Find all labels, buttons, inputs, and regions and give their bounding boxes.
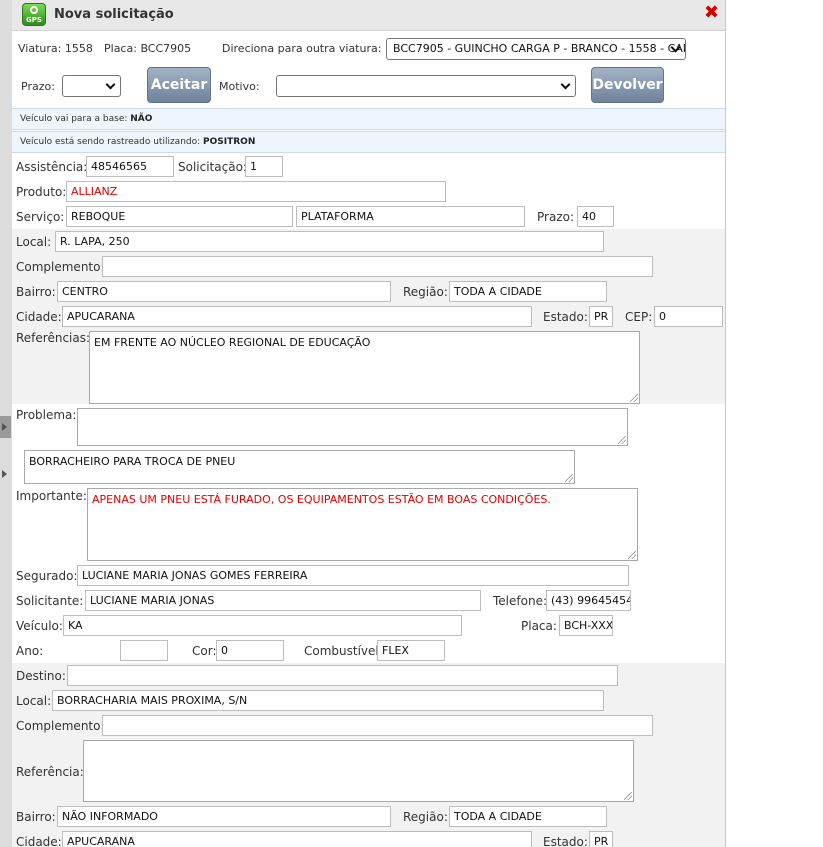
cep-field[interactable]: 0 — [654, 306, 723, 327]
solicitacao-label: Solicitação: — [178, 160, 247, 174]
chevron-down-icon — [560, 79, 571, 90]
resize-grip-icon[interactable] — [630, 394, 638, 402]
segurado-label: Segurado: — [16, 569, 78, 583]
prazo-field[interactable]: 40 — [577, 206, 614, 227]
destino-complemento-field[interactable] — [102, 715, 653, 736]
referencias-textarea[interactable]: EM FRENTE AO NÚCLEO REGIONAL DE EDUCAÇÃO — [89, 331, 640, 404]
resize-grip-icon[interactable] — [624, 792, 632, 800]
destino-regiao-label: Região: — [403, 810, 448, 824]
assistencia-label: Assistência: — [16, 160, 88, 174]
destino-label: Destino: — [16, 669, 66, 683]
placa-veiculo-field[interactable]: BCH-XXXX — [559, 615, 613, 636]
combustivel-field[interactable]: FLEX — [377, 640, 445, 661]
gps-app-icon: GPS — [22, 3, 46, 26]
problema-label: Problema: — [16, 408, 77, 422]
expand-arrow-icon — [2, 423, 7, 431]
veiculo-field[interactable]: KA — [63, 615, 462, 636]
solicitante-label: Solicitante: — [16, 594, 84, 608]
destino-local-label: Local: — [16, 694, 52, 708]
tracking-info-bar: Veículo está sendo rastreado utilizando:… — [12, 131, 725, 153]
placa-value: BCC7905 — [140, 42, 192, 55]
placa-label: Placa: BCC7905 — [104, 42, 192, 55]
veiculo-label: Veículo: — [16, 619, 63, 633]
chevron-down-icon — [105, 79, 116, 90]
tracking-info-value: POSITRON — [203, 137, 256, 147]
destino-local-field[interactable]: BORRACHARIA MAIS PROXIMA, S/N — [52, 690, 604, 711]
local-label: Local: — [16, 235, 52, 249]
prazo-label: Prazo: — [537, 210, 574, 224]
destino-bairro-label: Bairro: — [16, 810, 56, 824]
resize-grip-icon[interactable] — [628, 551, 636, 559]
resize-grip-icon[interactable] — [618, 436, 626, 444]
placa-veiculo-label: Placa: — [521, 619, 557, 633]
importante-textarea[interactable]: APENAS UM PNEU ESTÁ FURADO, OS EQUIPAMEN… — [87, 488, 638, 561]
bairro-label: Bairro: — [16, 285, 56, 299]
servico-label: Serviço: — [16, 210, 65, 224]
regiao-label: Região: — [403, 285, 448, 299]
panel-toggle-tab[interactable] — [0, 416, 11, 438]
solicitante-field[interactable]: LUCIANE MARIA JONAS — [85, 590, 481, 611]
produto-field[interactable]: ALLIANZ — [66, 181, 446, 202]
complemento-label: Complemento: — [16, 260, 105, 274]
expand-arrow-icon[interactable] — [2, 470, 7, 478]
close-icon[interactable]: ✖ — [704, 3, 719, 23]
produto-label: Produto: — [16, 185, 67, 199]
ano-label: Ano: — [16, 644, 44, 658]
cidade-label: Cidade: — [16, 310, 62, 324]
devolver-button[interactable]: Devolver — [591, 67, 664, 103]
destino-referencia-textarea[interactable] — [83, 740, 634, 802]
aceitar-button[interactable]: Aceitar — [147, 67, 211, 103]
base-info-bar: Veículo vai para a base: NÃO — [12, 108, 725, 130]
complemento-field[interactable] — [102, 256, 653, 277]
combustivel-label: Combustível: — [304, 644, 383, 658]
direciona-label: Direciona para outra viatura: — [222, 42, 382, 55]
cor-field[interactable]: 0 — [216, 640, 284, 661]
base-info-value: NÃO — [130, 114, 153, 124]
destino-cidade-label: Cidade: — [16, 835, 62, 847]
destino-complemento-label: Complemento: — [16, 719, 105, 733]
destino-referencia-label: Referência: — [16, 765, 84, 779]
dialog-titlebar: GPS Nova solicitação ✖ — [12, 0, 725, 31]
motivo-label: Motivo: — [219, 80, 260, 93]
destino-bairro-field[interactable]: NÃO INFORMADO — [57, 806, 391, 827]
estado-label: Estado: — [543, 310, 588, 324]
destino-regiao-field[interactable]: TODA A CIDADE — [449, 806, 607, 827]
viatura-value: 1558 — [64, 42, 93, 55]
ano-field[interactable] — [120, 640, 168, 661]
observacao-textarea[interactable]: BORRACHEIRO PARA TROCA DE PNEU — [24, 450, 575, 484]
problema-textarea[interactable] — [77, 408, 628, 446]
destino-field[interactable] — [67, 665, 618, 686]
telefone-field[interactable]: (43) 99645454 — [546, 590, 631, 611]
destino-estado-field[interactable]: PR — [589, 831, 613, 847]
bairro-field[interactable]: CENTRO — [57, 281, 391, 302]
destino-cidade-field[interactable]: APUCARANA — [62, 831, 532, 847]
regiao-field[interactable]: TODA A CIDADE — [449, 281, 607, 302]
telefone-label: Telefone: — [493, 594, 547, 608]
importante-label: Importante: — [16, 489, 87, 503]
estado-field[interactable]: PR — [589, 306, 613, 327]
cep-label: CEP: — [625, 310, 653, 324]
servico-field[interactable]: REBOQUE — [66, 206, 293, 227]
segurado-field[interactable]: LUCIANE MARIA JONAS GOMES FERREIRA — [77, 565, 629, 586]
local-field[interactable]: R. LAPA, 250 — [55, 231, 604, 252]
direciona-select[interactable]: BCC7905 - GUINCHO CARGA P - BRANCO - 155… — [386, 38, 686, 60]
prazo-select[interactable] — [62, 75, 121, 97]
referencias-label: Referências: — [16, 331, 91, 345]
resize-grip-icon[interactable] — [565, 474, 573, 482]
assistencia-field[interactable]: 48546565 — [86, 156, 174, 177]
nova-solicitacao-dialog: GPS Nova solicitação ✖ Viatura: 1558 Pla… — [12, 0, 726, 847]
viatura-label: Viatura: 1558 — [18, 42, 93, 55]
cidade-field[interactable]: APUCARANA — [62, 306, 532, 327]
motivo-select[interactable] — [276, 75, 576, 97]
servico-tipo-field[interactable]: PLATAFORMA — [296, 206, 525, 227]
solicitacao-field[interactable]: 1 — [245, 156, 283, 177]
prazo-select-label: Prazo: — [21, 80, 55, 93]
dialog-title: Nova solicitação — [54, 7, 174, 22]
cor-label: Cor: — [192, 644, 217, 658]
destino-estado-label: Estado: — [543, 835, 588, 847]
